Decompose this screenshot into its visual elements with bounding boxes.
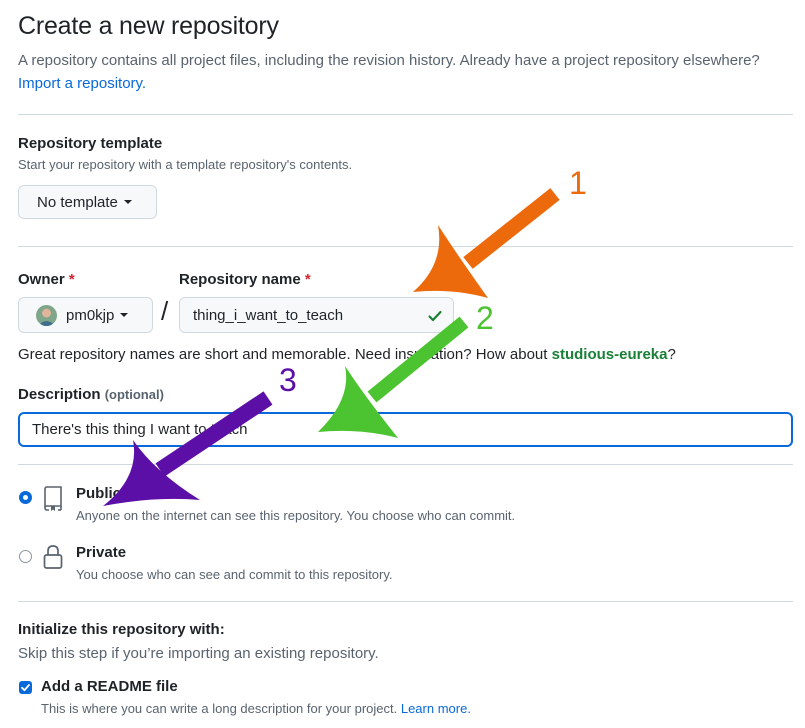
annotation-number-2: 2 — [476, 300, 494, 336]
annotation-number-3: 3 — [279, 362, 297, 398]
annotation-arrow-2 — [318, 316, 469, 438]
annotation-number-1: 1 — [569, 165, 587, 201]
annotation-overlay — [103, 188, 560, 506]
annotation-arrow-3 — [103, 391, 273, 506]
annotation-arrow-1 — [413, 188, 560, 298]
